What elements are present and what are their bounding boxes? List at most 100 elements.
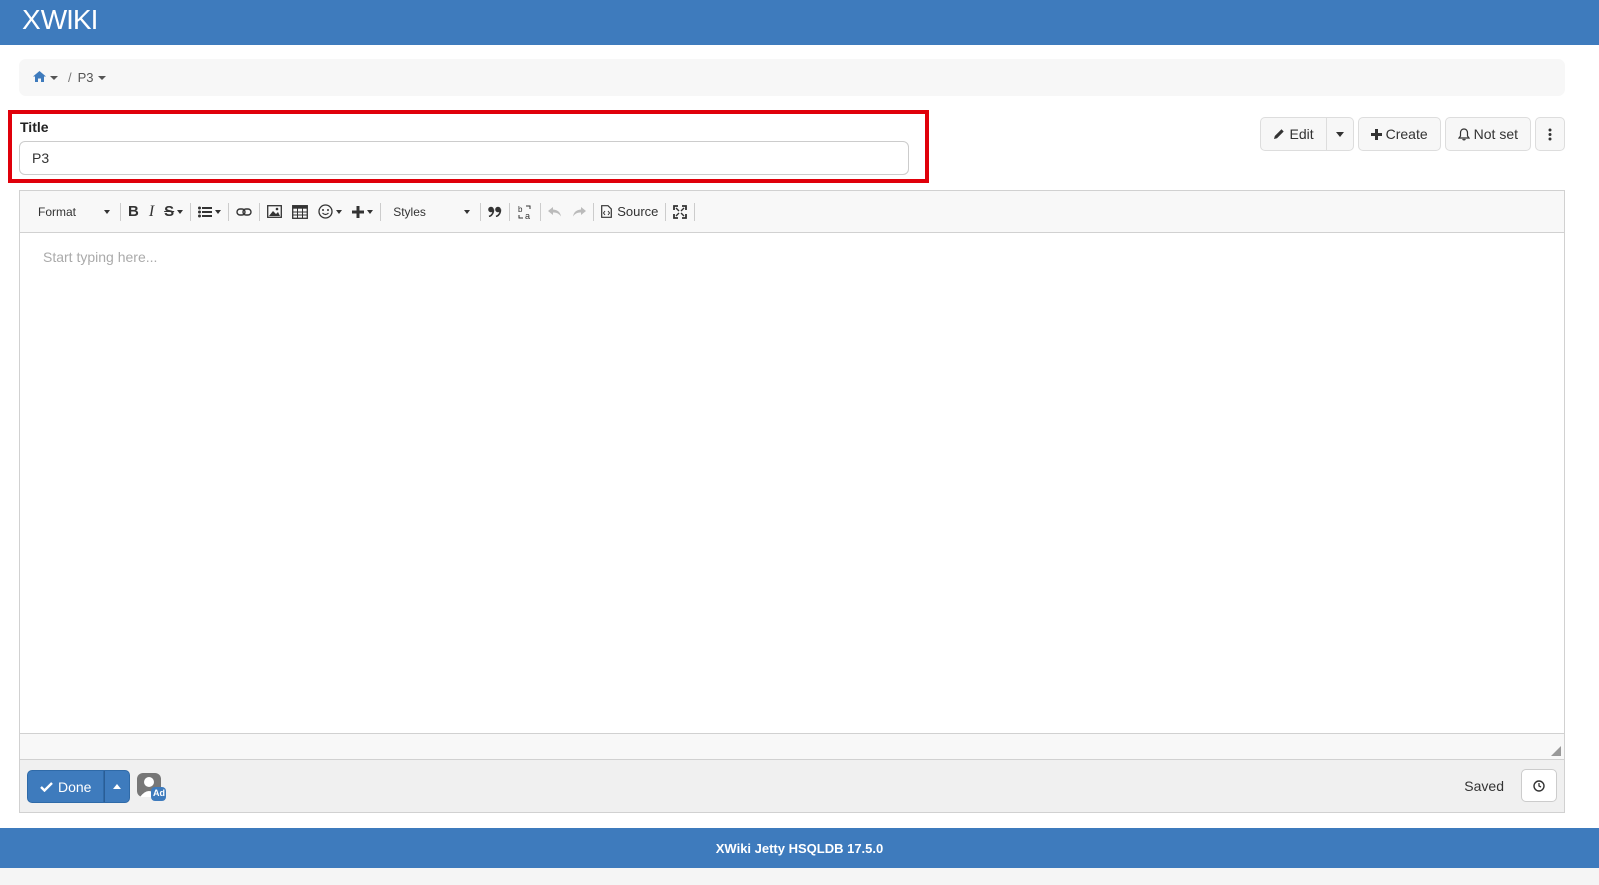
editor-toolbar: Format B I S Styles b a Source bbox=[20, 191, 1564, 233]
redo-icon bbox=[573, 206, 587, 216]
breadcrumb-separator: / bbox=[68, 70, 72, 85]
editor-content-area[interactable]: Start typing here... bbox=[20, 233, 1564, 733]
chevron-down-icon bbox=[336, 209, 343, 214]
chevron-down-icon bbox=[464, 209, 471, 214]
chevron-up-icon bbox=[113, 784, 122, 789]
undo-icon bbox=[548, 206, 562, 216]
breadcrumb-current[interactable]: P3 bbox=[78, 70, 94, 85]
page-footer: XWiki Jetty HSQLDB 17.5.0 bbox=[0, 828, 1599, 868]
toolbar-divider bbox=[259, 202, 261, 221]
top-navbar: X WIKI bbox=[0, 0, 1599, 45]
main-content: / P3 Title Edit Create Not set bbox=[0, 45, 1599, 828]
chevron-down-icon bbox=[215, 209, 222, 214]
insert-button[interactable] bbox=[347, 199, 378, 225]
notifications-button[interactable]: Not set bbox=[1444, 117, 1531, 151]
svg-text:b: b bbox=[518, 205, 523, 214]
breadcrumb: / P3 bbox=[19, 59, 1565, 96]
edit-actions-bar: Done Ad Saved bbox=[19, 760, 1565, 813]
link-icon bbox=[236, 207, 252, 216]
toolbar-divider bbox=[190, 202, 192, 221]
plus-icon bbox=[1370, 128, 1382, 140]
done-menu-toggle[interactable] bbox=[104, 770, 131, 803]
edit-button[interactable]: Edit bbox=[1260, 117, 1327, 151]
toolbar-divider bbox=[540, 202, 542, 221]
logo-text: WIKI bbox=[40, 4, 99, 35]
avatar-badge: Ad bbox=[153, 788, 165, 798]
notifications-label: Not set bbox=[1473, 126, 1518, 142]
smiley-icon bbox=[318, 204, 333, 219]
clock-icon bbox=[1533, 779, 1545, 792]
bold-button[interactable]: B bbox=[123, 199, 144, 225]
format-label: Format bbox=[38, 204, 77, 219]
undo-button[interactable] bbox=[543, 199, 567, 225]
plus-icon bbox=[352, 205, 365, 218]
format-dropdown[interactable]: Format bbox=[28, 199, 118, 225]
language-button[interactable]: ba bbox=[512, 199, 538, 225]
pencil-icon bbox=[1274, 129, 1285, 139]
done-button[interactable]: Done bbox=[27, 770, 105, 803]
link-button[interactable] bbox=[231, 199, 257, 225]
vertical-ellipsis-icon bbox=[1548, 128, 1552, 140]
user-avatar[interactable]: Ad bbox=[137, 773, 167, 803]
page-actions: Edit Create Not set bbox=[1260, 117, 1565, 151]
done-label: Done bbox=[58, 778, 92, 795]
source-icon bbox=[601, 205, 613, 218]
logo-mark: X bbox=[22, 4, 41, 35]
toolbar-divider bbox=[228, 202, 230, 221]
table-button[interactable] bbox=[287, 199, 313, 225]
home-caret-icon[interactable] bbox=[50, 75, 58, 80]
toolbar-divider bbox=[480, 202, 482, 221]
italic-button[interactable]: I bbox=[144, 199, 159, 225]
history-button[interactable] bbox=[1521, 769, 1557, 802]
edit-menu-toggle[interactable] bbox=[1326, 117, 1354, 151]
image-button[interactable] bbox=[262, 199, 287, 225]
toolbar-divider bbox=[509, 202, 511, 221]
blockquote-button[interactable] bbox=[483, 199, 507, 225]
styles-label: Styles bbox=[393, 204, 426, 219]
edit-button-group: Edit bbox=[1260, 117, 1354, 151]
styles-dropdown[interactable]: Styles bbox=[383, 199, 478, 225]
editor-placeholder: Start typing here... bbox=[43, 249, 158, 265]
toolbar-divider bbox=[694, 202, 696, 221]
bold-icon: B bbox=[128, 203, 139, 220]
toolbar-divider bbox=[665, 202, 667, 221]
page-bottom-margin bbox=[0, 868, 1599, 885]
italic-icon: I bbox=[148, 202, 155, 220]
chevron-down-icon bbox=[177, 209, 184, 214]
xwiki-logo[interactable]: X WIKI bbox=[22, 4, 99, 36]
resize-handle-icon[interactable] bbox=[1551, 746, 1561, 756]
create-label: Create bbox=[1385, 126, 1428, 142]
source-button[interactable]: Source bbox=[596, 199, 663, 225]
title-label: Title bbox=[20, 119, 49, 135]
table-icon bbox=[292, 204, 309, 219]
wysiwyg-editor: Format B I S Styles b a Source Start typ… bbox=[19, 190, 1565, 760]
list-button[interactable] bbox=[193, 199, 226, 225]
fullscreen-icon bbox=[673, 204, 688, 219]
emoji-button[interactable] bbox=[313, 199, 347, 225]
toolbar-divider bbox=[593, 202, 595, 221]
quote-icon bbox=[488, 206, 502, 217]
footer-version: XWiki Jetty HSQLDB 17.5.0 bbox=[715, 840, 884, 856]
editor-statusbar bbox=[20, 733, 1564, 759]
create-button[interactable]: Create bbox=[1357, 117, 1441, 151]
chevron-down-icon bbox=[367, 209, 374, 214]
chevron-down-icon bbox=[1335, 131, 1344, 137]
image-icon bbox=[267, 205, 283, 218]
checkmark-icon bbox=[40, 781, 53, 792]
strikethrough-icon: S bbox=[164, 203, 175, 220]
redo-button[interactable] bbox=[567, 199, 591, 225]
strikethrough-button[interactable]: S bbox=[159, 199, 188, 225]
toolbar-divider bbox=[120, 202, 121, 221]
bulleted-list-icon bbox=[198, 206, 213, 217]
more-actions-button[interactable] bbox=[1535, 117, 1565, 151]
current-caret-icon[interactable] bbox=[97, 75, 106, 80]
save-status: Saved bbox=[1464, 778, 1504, 794]
maximize-button[interactable] bbox=[668, 199, 692, 225]
svg-text:a: a bbox=[525, 211, 530, 220]
chevron-down-icon bbox=[104, 209, 110, 214]
title-input[interactable] bbox=[19, 141, 909, 175]
toolbar-divider bbox=[380, 202, 382, 221]
home-icon[interactable] bbox=[33, 70, 46, 85]
source-label: Source bbox=[617, 204, 659, 219]
translate-icon: ba bbox=[518, 205, 531, 220]
